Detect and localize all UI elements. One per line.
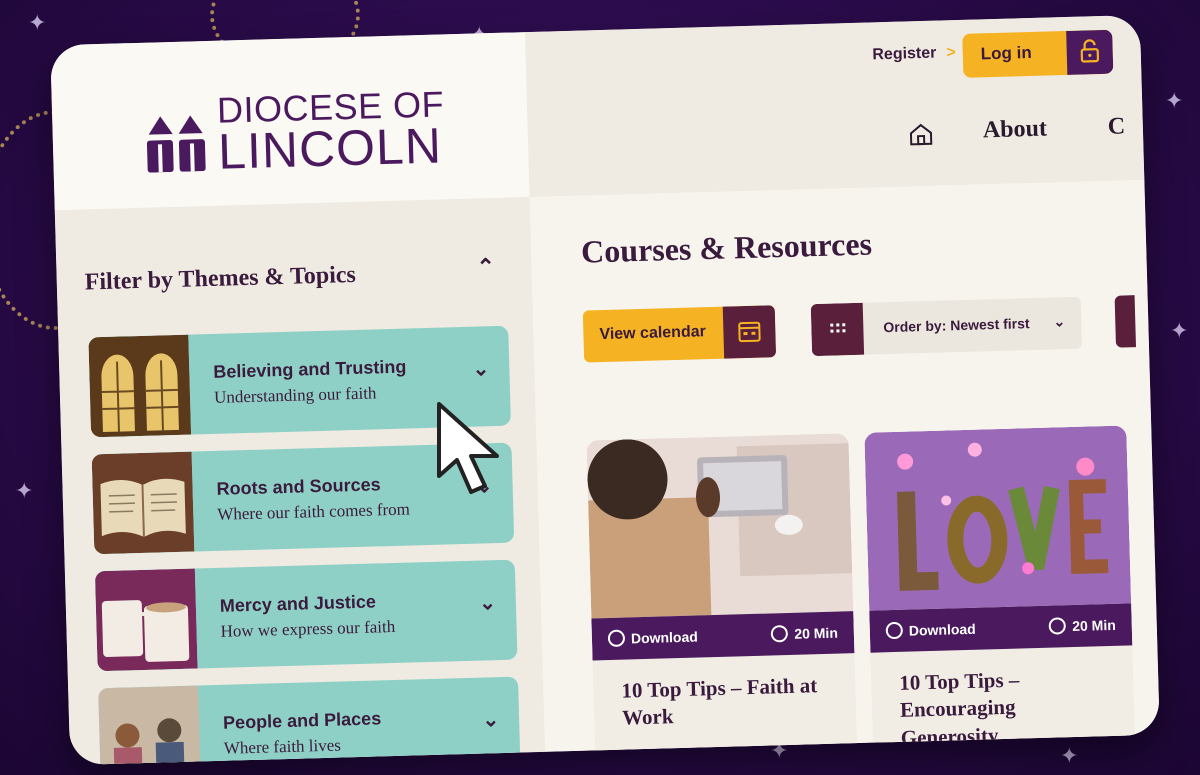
register-label: Register — [872, 44, 937, 64]
theme-title: Mercy and Justice — [219, 591, 377, 616]
nav-item-partial[interactable]: C — [1107, 113, 1125, 140]
logo-line-2: LINCOLN — [217, 117, 443, 180]
theme-subtitle: Where faith lives — [223, 735, 342, 758]
love-letters-image — [864, 425, 1132, 611]
nav-about[interactable]: About — [983, 116, 1048, 145]
theme-subtitle: Where our faith comes from — [217, 499, 411, 524]
view-calendar-label: View calendar — [599, 323, 707, 344]
home-icon[interactable] — [908, 121, 935, 148]
grid-icon[interactable] — [810, 302, 865, 357]
download-icon — [607, 629, 626, 648]
view-calendar-button[interactable]: View calendar — [582, 305, 777, 363]
course-title[interactable]: 10 Top Tips – Faith at Work — [621, 672, 837, 733]
course-meta: Download 20 Min — [869, 603, 1133, 653]
login-button[interactable]: Log in — [962, 29, 1114, 78]
download-link[interactable]: Download — [885, 620, 976, 640]
coffee-mugs-thumbnail — [94, 568, 198, 672]
mouse-cursor-icon — [437, 402, 499, 494]
duration: 20 Min — [771, 624, 838, 643]
sparkle-icon: ✦ — [15, 478, 34, 503]
laptop-desk-image — [586, 433, 854, 619]
theme-card-people[interactable]: People and Places Where faith lives ⌄ — [98, 676, 521, 766]
logo-wordmark: DIOCESE OF LINCOLN — [216, 83, 446, 180]
tablet-screen: DIOCESE OF LINCOLN Register > Log in Abou… — [50, 14, 1160, 766]
download-label: Download — [630, 628, 699, 647]
register-link[interactable]: Register > — [872, 44, 956, 64]
top-bar: Register > Log in About C — [524, 14, 1145, 198]
course-card[interactable]: Download 20 Min 10 Top Tips – Encouragin… — [864, 425, 1136, 753]
chevron-right-icon: > — [946, 44, 956, 62]
stained-glass-thumbnail — [88, 334, 192, 438]
download-link[interactable]: Download — [607, 628, 699, 648]
theme-title: Roots and Sources — [216, 474, 381, 499]
chevron-down-icon[interactable]: ⌄ — [482, 707, 499, 732]
main-content: Courses & Resources View calendar Order … — [529, 179, 1160, 761]
theme-subtitle: Understanding our faith — [213, 383, 377, 407]
order-by-select[interactable]: Order by: Newest first ⌄ — [810, 296, 1083, 357]
chevron-down-icon[interactable]: ⌄ — [472, 356, 489, 381]
people-thumbnail — [98, 685, 201, 766]
filter-title: Filter by Themes & Topics — [84, 261, 357, 296]
theme-subtitle: How we express our faith — [220, 616, 396, 641]
open-bible-thumbnail — [91, 451, 195, 555]
calendar-icon — [722, 305, 777, 359]
logo[interactable]: DIOCESE OF LINCOLN — [50, 32, 530, 211]
page-title: Courses & Resources — [580, 225, 873, 270]
course-card[interactable]: Download 20 Min 10 Top Tips – Faith at W… — [586, 433, 858, 761]
clock-icon — [771, 624, 789, 643]
sparkle-icon: ✦ — [1170, 318, 1189, 343]
cathedral-logo-icon — [146, 115, 206, 173]
theme-title: People and Places — [222, 708, 382, 733]
login-label: Log in — [980, 42, 1032, 64]
chevron-down-icon: ⌄ — [1053, 313, 1066, 330]
clock-icon — [1048, 617, 1067, 635]
lock-icon — [1066, 29, 1114, 75]
chevron-down-icon[interactable]: ⌄ — [479, 590, 496, 615]
duration-label: 20 Min — [1071, 616, 1116, 635]
download-label: Download — [908, 620, 976, 639]
download-icon — [885, 621, 904, 640]
duration: 20 Min — [1048, 616, 1116, 635]
sparkle-icon: ✦ — [28, 10, 47, 35]
theme-card-mercy[interactable]: Mercy and Justice How we express our fai… — [94, 559, 518, 672]
sparkle-icon: ✦ — [1060, 743, 1079, 768]
course-title[interactable]: 10 Top Tips – Encouraging Generosity — [899, 664, 1116, 752]
chevron-up-icon[interactable]: ⌃ — [476, 254, 495, 281]
duration-label: 20 Min — [794, 624, 839, 642]
sparkle-icon: ✦ — [1165, 88, 1184, 113]
course-meta: Download 20 Min — [591, 611, 855, 661]
order-by-label: Order by: Newest first — [883, 315, 1030, 336]
partial-button[interactable] — [1114, 295, 1137, 348]
site-header: DIOCESE OF LINCOLN Register > Log in Abou… — [50, 14, 1145, 211]
theme-title: Believing and Trusting — [213, 356, 407, 382]
